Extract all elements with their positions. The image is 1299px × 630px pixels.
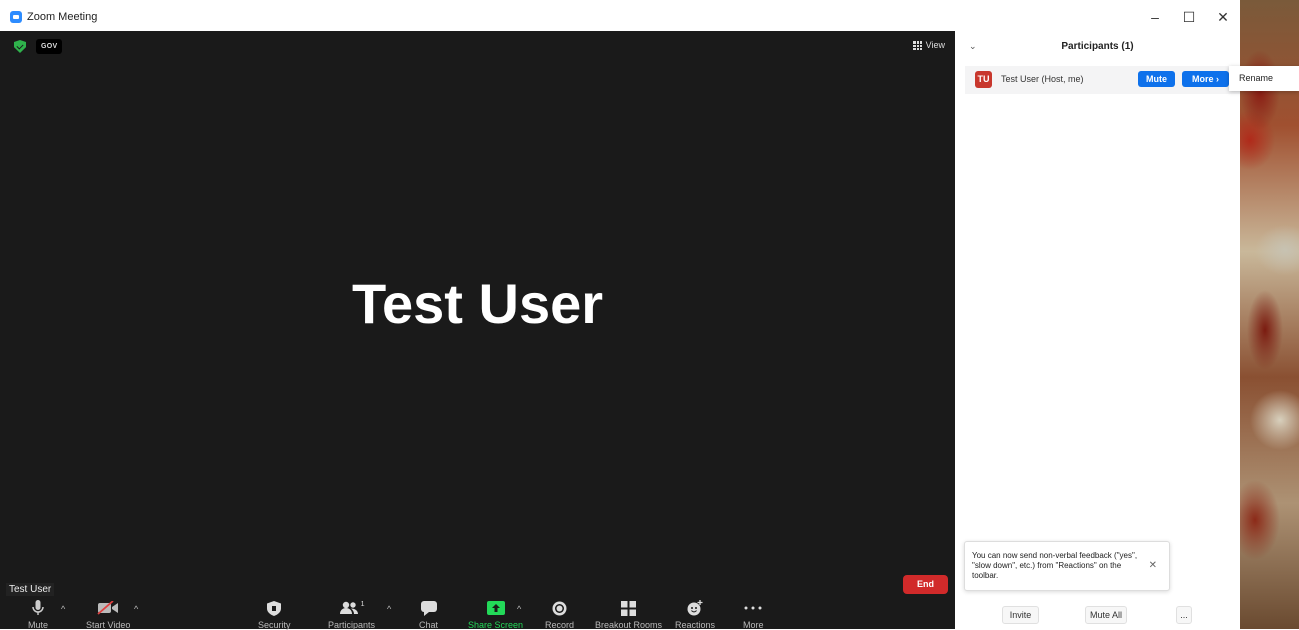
record-button[interactable]: Record xyxy=(545,599,574,630)
desktop-wallpaper xyxy=(1240,0,1299,629)
share-options-caret-icon[interactable]: ^ xyxy=(517,604,521,614)
record-icon xyxy=(552,599,567,617)
participant-display-name: Test User xyxy=(351,272,604,335)
mute-all-button[interactable]: Mute All xyxy=(1085,606,1127,624)
breakout-rooms-button[interactable]: Breakout Rooms xyxy=(595,599,662,630)
window-title: Zoom Meeting xyxy=(27,11,98,23)
participant-name: Test User (Host, me) xyxy=(1001,74,1084,84)
panel-more-button[interactable]: ... xyxy=(1176,606,1192,624)
security-button[interactable]: Security xyxy=(258,599,291,630)
gov-badge: GOV xyxy=(36,39,63,54)
video-name-tag: Test User xyxy=(6,583,55,596)
end-meeting-button[interactable]: End xyxy=(903,575,948,594)
close-button[interactable]: ✕ xyxy=(1210,6,1236,28)
meeting-video-area: GOV View Test User Test User Mute ^ Star… xyxy=(0,31,955,630)
security-shield-icon xyxy=(267,599,282,617)
participant-row[interactable]: TU Test User (Host, me) Mute More › xyxy=(965,66,1240,94)
breakout-rooms-icon xyxy=(621,599,637,617)
participants-options-caret-icon[interactable]: ^ xyxy=(387,604,391,614)
rename-menu-item[interactable]: Rename xyxy=(1229,66,1299,91)
invite-button[interactable]: Invite xyxy=(1002,606,1039,624)
view-button[interactable]: View xyxy=(912,40,945,50)
zoom-window: Zoom Meeting – ☐ ✕ GOV View Test User Te… xyxy=(0,0,1240,630)
reactions-smiley-icon xyxy=(687,599,703,617)
title-bar: Zoom Meeting – ☐ ✕ xyxy=(0,0,1240,31)
more-button[interactable]: More xyxy=(743,599,764,630)
microphone-icon xyxy=(32,599,44,617)
participants-panel-title: Participants (1) xyxy=(1061,41,1134,52)
reactions-button[interactable]: Reactions xyxy=(675,599,715,630)
avatar: TU xyxy=(975,71,992,88)
video-off-icon xyxy=(97,599,119,617)
video-options-caret-icon[interactable]: ^ xyxy=(134,604,138,614)
participant-more-button[interactable]: More › xyxy=(1182,71,1229,87)
participants-icon: 1 xyxy=(339,599,365,617)
grid-icon xyxy=(912,40,922,50)
more-dots-icon xyxy=(744,599,762,617)
participant-mute-button[interactable]: Mute xyxy=(1138,71,1175,87)
participants-panel: ⌄ Participants (1) TU Test User (Host, m… xyxy=(955,31,1240,629)
participants-button[interactable]: 1 Participants xyxy=(328,599,375,630)
minimize-button[interactable]: – xyxy=(1142,6,1168,28)
share-screen-button[interactable]: Share Screen xyxy=(468,599,523,630)
reactions-tip-tooltip: You can now send non-verbal feedback ("y… xyxy=(964,541,1170,591)
maximize-button[interactable]: ☐ xyxy=(1176,6,1202,28)
tip-text: You can now send non-verbal feedback ("y… xyxy=(972,551,1138,580)
encryption-shield-icon[interactable] xyxy=(14,40,26,53)
view-label: View xyxy=(925,40,945,50)
tip-close-icon[interactable]: ✕ xyxy=(1149,561,1157,571)
start-video-button[interactable]: Start Video xyxy=(86,599,130,630)
audio-options-caret-icon[interactable]: ^ xyxy=(61,604,65,614)
meeting-toolbar: Mute ^ Start Video ^ Security 1 Particip… xyxy=(0,596,955,630)
participants-count: 1 xyxy=(360,600,365,608)
chat-button[interactable]: Chat xyxy=(419,599,438,630)
mute-button[interactable]: Mute xyxy=(28,599,48,630)
zoom-app-icon xyxy=(10,11,22,23)
chat-bubble-icon xyxy=(420,599,437,617)
share-screen-icon xyxy=(486,599,505,617)
